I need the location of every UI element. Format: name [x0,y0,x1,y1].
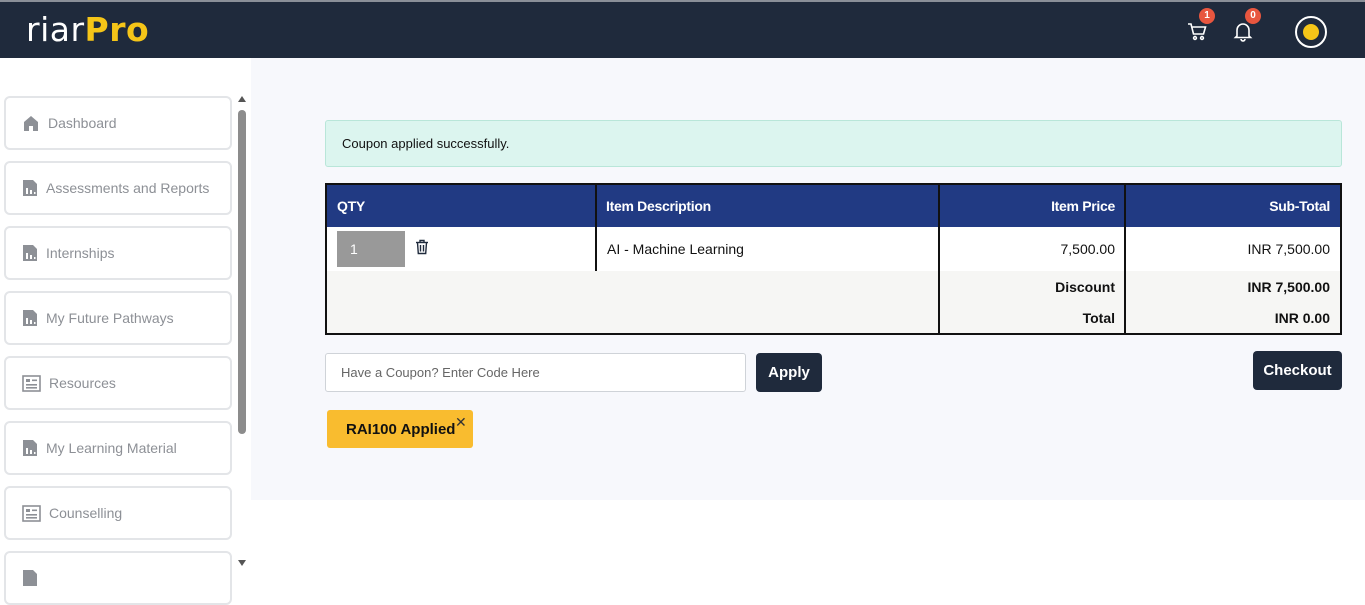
discount-value: INR 7,500.00 [1247,279,1331,295]
discount-label: Discount [1055,279,1115,295]
sidebar-item-label: Assessments and Reports [46,180,210,196]
sidebar-item-label: Internships [46,245,115,261]
quantity-field[interactable]: 1 [337,231,405,267]
sidebar-item-label: Dashboard [48,115,117,131]
sidebar-item-partial[interactable] [4,551,232,605]
close-icon[interactable]: ✕ [455,414,467,431]
home-icon [24,116,38,131]
sidebar: Dashboard Assessments and Reports Intern… [0,58,250,605]
success-alert: Coupon applied successfully. [325,120,1342,167]
report-icon [23,570,37,586]
top-navbar: riarPro 1 0 [0,0,1365,58]
report-icon [23,310,37,326]
total-label: Total [1082,310,1115,326]
total-value: INR 0.00 [1274,310,1330,326]
sidebar-item-label: My Learning Material [46,440,177,456]
sidebar-item-label: Resources [49,375,116,391]
scroll-thumb[interactable] [238,110,246,434]
trash-icon[interactable] [415,239,429,260]
avatar[interactable] [1295,16,1327,48]
sidebar-item-resources[interactable]: Resources [4,356,232,410]
column-divider [595,185,597,271]
item-price: 7,500.00 [1060,241,1116,257]
logo-text-part2: Pro [84,10,150,49]
list-icon [22,374,41,392]
applied-coupon-label: RAI100 Applied [346,421,456,438]
scroll-up-arrow-icon[interactable] [238,96,246,102]
item-subtotal: INR 7,500.00 [1247,241,1331,257]
checkout-button[interactable]: Checkout [1253,351,1342,390]
cart-table: QTY Item Description Item Price Sub-Tota… [325,183,1342,335]
column-divider [938,185,940,333]
cart-table-header: QTY Item Description Item Price Sub-Tota… [327,185,1340,227]
logo-text-part1: riar [26,10,85,49]
apply-coupon-button[interactable]: Apply [756,353,822,392]
notification-count-badge: 0 [1245,8,1261,24]
sidebar-scrollbar[interactable] [236,96,248,572]
sidebar-item-label: Counselling [49,505,123,521]
coupon-code-input[interactable] [325,353,746,392]
report-icon [23,440,37,456]
logo[interactable]: riarPro [26,10,149,49]
scroll-down-arrow-icon[interactable] [238,560,246,566]
cart-summary: Discount INR 7,500.00 Total INR 0.00 [327,271,1340,333]
avatar-dot [1303,24,1319,40]
sidebar-item-counselling[interactable]: Counselling [4,486,232,540]
cart-count-badge: 1 [1199,8,1215,24]
table-row: 1 AI - Machine Learning 7,500.00 INR 7,5… [327,227,1340,271]
list-icon [22,504,41,522]
header-item-price: Item Price [1051,198,1115,214]
applied-coupon-tag: RAI100 Applied ✕ [327,410,473,448]
header-sub-total: Sub-Total [1269,198,1330,214]
sidebar-item-label: My Future Pathways [46,310,174,326]
sidebar-item-dashboard[interactable]: Dashboard [4,96,232,150]
header-item-description: Item Description [606,198,711,214]
header-qty: QTY [337,198,365,214]
column-divider [1124,185,1126,333]
sidebar-item-assessments-and-reports[interactable]: Assessments and Reports [4,161,232,215]
sidebar-item-my-learning-material[interactable]: My Learning Material [4,421,232,475]
sidebar-item-my-future-pathways[interactable]: My Future Pathways [4,291,232,345]
sidebar-item-internships[interactable]: Internships [4,226,232,280]
report-icon [23,180,37,196]
item-description: AI - Machine Learning [607,241,744,257]
report-icon [23,245,37,261]
